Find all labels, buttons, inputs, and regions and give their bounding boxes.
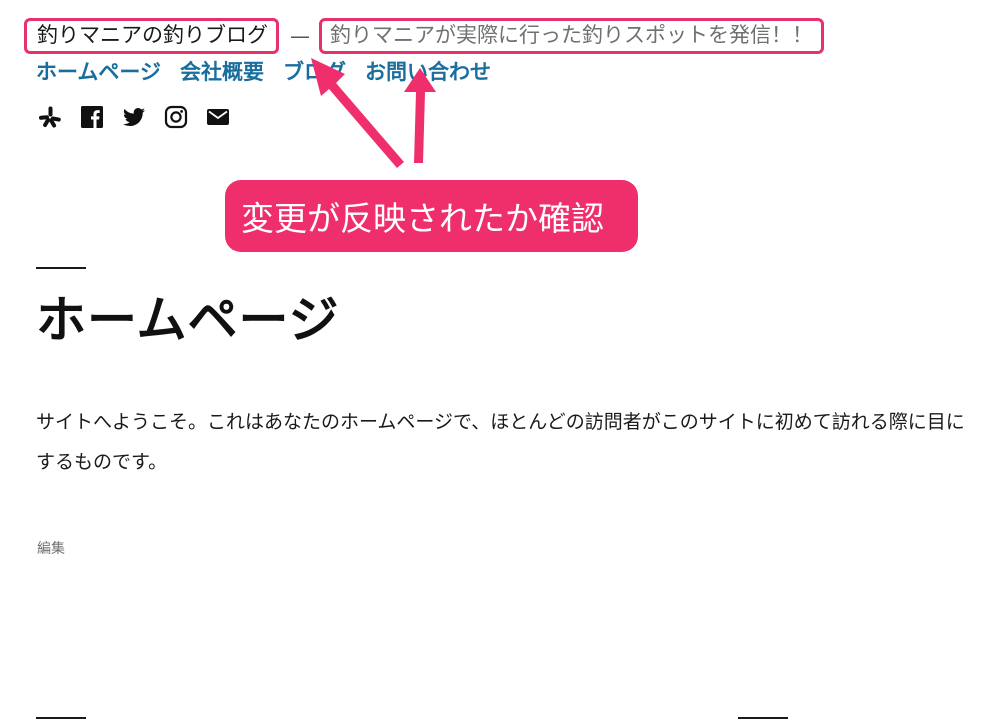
nav-item-contact[interactable]: お問い合わせ — [365, 56, 491, 86]
footer-divider-right — [738, 717, 788, 719]
footer-divider-left — [36, 717, 86, 719]
mail-icon[interactable] — [206, 105, 230, 129]
nav-item-blog[interactable]: ブログ — [283, 56, 346, 86]
site-title[interactable]: 釣りマニアの釣りブログ — [24, 17, 279, 55]
page-content: サイトへようこそ。これはあなたのホームページで、ほとんどの訪問者がこのサイトに初… — [36, 411, 965, 473]
twitter-icon[interactable] — [122, 105, 146, 129]
site-branding: 釣りマニアの釣りブログ — 釣りマニアが実際に行った釣りスポットを発信！！ — [24, 16, 824, 56]
nav-item-company[interactable]: 会社概要 — [180, 56, 264, 86]
yelp-icon[interactable] — [38, 105, 62, 129]
annotation-callout: 変更が反映されたか確認 — [225, 180, 638, 252]
page-title: ホームページ — [36, 291, 340, 349]
main-navigation: ホームページ 会社概要 ブログ お問い合わせ — [36, 56, 491, 86]
facebook-icon[interactable] — [80, 105, 104, 129]
instagram-icon[interactable] — [164, 105, 188, 129]
site-tagline: 釣りマニアが実際に行った釣りスポットを発信！！ — [319, 17, 824, 55]
title-divider — [36, 267, 86, 269]
nav-item-home[interactable]: ホームページ — [36, 56, 161, 86]
title-separator: — — [290, 24, 310, 48]
social-links — [38, 105, 230, 129]
edit-link[interactable]: 編集 — [37, 538, 65, 558]
